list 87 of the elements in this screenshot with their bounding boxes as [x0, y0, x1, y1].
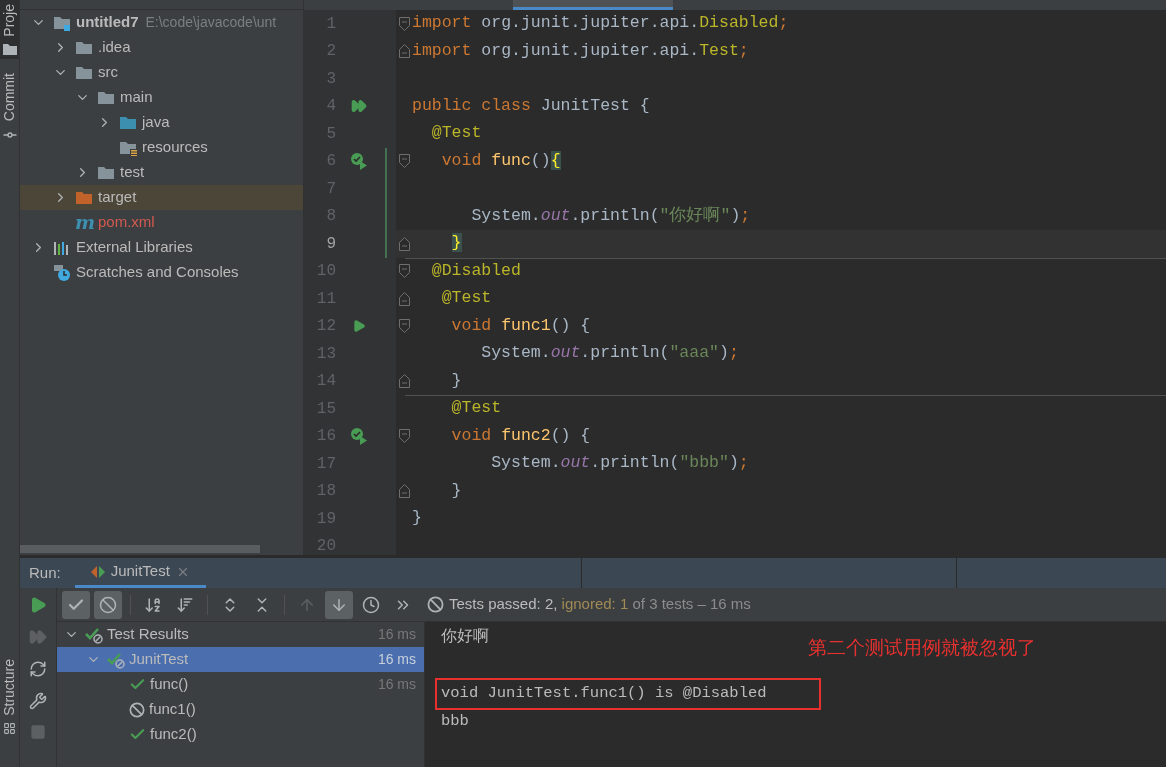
side-tab[interactable]: Proje [0, 0, 19, 59]
console-line: 你好啊 [441, 627, 489, 649]
tree-item[interactable]: src [20, 60, 303, 85]
fold-marker-icon[interactable] [398, 374, 410, 389]
result-tree-node[interactable]: func() 16 ms [57, 672, 424, 697]
code-line: @Disabled [430, 259, 521, 282]
ignored-icon [427, 596, 444, 613]
tree-item[interactable]: java [20, 110, 303, 135]
code-line: import org.junit.jupiter.api.Disabled; [412, 12, 789, 35]
result-tree-node[interactable]: func1() [57, 697, 424, 722]
test-status: Tests passed: 2, ignored: 1 of 3 tests – 16 ms [449, 594, 751, 615]
passed-filter-button[interactable] [62, 590, 90, 619]
side-tab[interactable]: Structure [0, 655, 19, 739]
side-tab[interactable]: Commit [0, 68, 19, 147]
code-line: void func1() { [450, 314, 591, 337]
code-line: System.out.println("bbb"); [490, 452, 749, 475]
console-line: bbb [441, 711, 469, 733]
resources-folder-icon [119, 139, 137, 156]
annotation-note: 第二个测试用例就被忽视了 [808, 636, 1036, 660]
excluded-folder-icon [75, 189, 93, 206]
code-line: @Test [450, 397, 502, 420]
sort-alpha-icon [144, 595, 162, 614]
history-icon [362, 595, 380, 614]
tree-item[interactable]: resources [20, 135, 303, 160]
code-line: @Test [430, 122, 482, 145]
module-folder-icon [53, 14, 71, 31]
tree-item[interactable]: test [20, 160, 303, 185]
code-line: System.out.println("你好啊"); [470, 204, 751, 227]
code-line: } [412, 507, 422, 530]
scratch-clock-icon [53, 263, 71, 282]
fold-marker-icon[interactable] [398, 16, 410, 31]
code-line: @Test [440, 287, 492, 310]
code-line: System.out.println("aaa"); [480, 342, 739, 365]
fold-marker-icon[interactable] [398, 44, 410, 59]
folder-icon [97, 164, 115, 181]
source-folder-icon [119, 114, 137, 131]
test-duration: 16 ms [377, 650, 416, 669]
code-line: public class JunitTest { [412, 94, 650, 117]
fold-marker-icon[interactable] [398, 484, 410, 499]
ignored-icon [129, 701, 145, 718]
arrow-down-button[interactable] [325, 590, 353, 619]
fold-marker-icon[interactable] [398, 291, 410, 306]
run-label: Run: [28, 562, 62, 583]
fold-marker-icon[interactable] [398, 154, 410, 169]
maven-icon: m [75, 213, 93, 232]
code-line: } [450, 369, 462, 392]
path-hint: E:\code\javacode\unt [145, 13, 277, 32]
tree-item[interactable]: untitled7 E:\code\javacode\unt [20, 10, 303, 35]
horizontal-scrollbar[interactable] [20, 545, 260, 553]
sort-duration-icon [176, 595, 194, 614]
test-duration: 16 ms [377, 675, 416, 694]
auto-test-icon[interactable] [29, 660, 47, 678]
code-line: } [450, 479, 462, 502]
folder-icon [75, 64, 93, 81]
run-all-icon[interactable] [351, 98, 367, 115]
code-line: void func2() { [450, 424, 591, 447]
folder-icon [75, 39, 93, 56]
code-line: import org.junit.jupiter.api.Test; [412, 39, 749, 62]
folder-icon [97, 89, 115, 106]
run-icon[interactable] [29, 596, 47, 614]
result-tree-node[interactable]: Test Results 16 ms [57, 622, 424, 647]
tree-item[interactable]: target [20, 185, 303, 210]
test-duration: 16 ms [377, 625, 416, 644]
ignored-filter-icon [99, 595, 117, 614]
libraries-icon [53, 239, 71, 256]
fold-marker-icon[interactable] [398, 264, 410, 279]
fold-marker-icon[interactable] [398, 236, 410, 251]
line-number: 9 [325, 233, 336, 255]
result-tree-node[interactable]: JunitTest 16 ms [57, 647, 424, 672]
fold-marker-icon[interactable] [398, 429, 410, 444]
run-icon[interactable] [352, 319, 366, 334]
passed-run-icon[interactable] [350, 152, 368, 171]
tree-item[interactable]: m pom.xml [20, 210, 303, 235]
run-tab[interactable]: JunitTest [74, 558, 206, 588]
result-tree-node[interactable]: func2() [57, 722, 424, 747]
folder-icon [2, 42, 17, 55]
tree-item[interactable]: Scratches and Consoles [20, 260, 303, 285]
fold-marker-icon[interactable] [398, 319, 410, 334]
tree-item[interactable]: main [20, 85, 303, 110]
structure-icon [3, 722, 16, 735]
code-line: void func(){ [440, 149, 561, 172]
settings-icon[interactable] [29, 692, 47, 710]
tree-item[interactable]: External Libraries [20, 235, 303, 260]
ignored-filter-button[interactable] [94, 590, 122, 619]
test-class-icon [90, 565, 105, 578]
tree-item[interactable]: .idea [20, 35, 303, 60]
passed-run-icon[interactable] [350, 427, 368, 446]
